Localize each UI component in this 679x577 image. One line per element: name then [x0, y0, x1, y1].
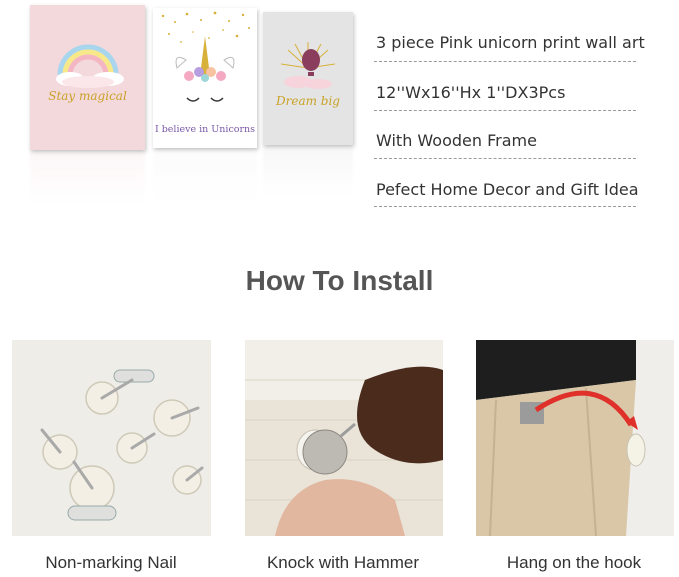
reflection [30, 152, 145, 202]
canvas-panel-dream-big: Dream big [263, 12, 353, 145]
step-caption: Non-marking Nail [45, 553, 177, 572]
nail-photo [12, 340, 211, 536]
reflection [153, 150, 257, 200]
rainbow-cloud-art [56, 44, 124, 88]
hook-photo [476, 340, 674, 536]
divider [374, 158, 636, 159]
canvas-panel-unicorn: I believe in Unicorns [153, 8, 257, 148]
feature-item: With Wooden Frame [376, 131, 537, 150]
panel-text: Stay magical [48, 89, 127, 103]
canvas-panel-stay-magical: Stay magical [30, 5, 145, 150]
divider [374, 206, 636, 207]
feature-item: 12''Wx16''Hx 1''DX3Pcs [376, 83, 566, 102]
feature-item: Pefect Home Decor and Gift Idea [376, 180, 639, 199]
step-caption: Hang on the hook [506, 553, 642, 572]
divider [374, 61, 636, 62]
install-title: How To Install [245, 265, 434, 296]
reflection [263, 147, 353, 195]
hammer-photo [245, 340, 443, 536]
hot-air-balloon-art [280, 42, 336, 89]
step-caption: Knock with Hammer [266, 553, 420, 572]
panel-text: I believe in Unicorns [154, 124, 256, 135]
panel-text: Dream big [275, 94, 340, 108]
divider [374, 110, 636, 111]
feature-item: 3 piece Pink unicorn print wall art [376, 33, 645, 52]
canvas-set-image: Stay magical I believe in Unicorns Dream… [0, 0, 360, 215]
